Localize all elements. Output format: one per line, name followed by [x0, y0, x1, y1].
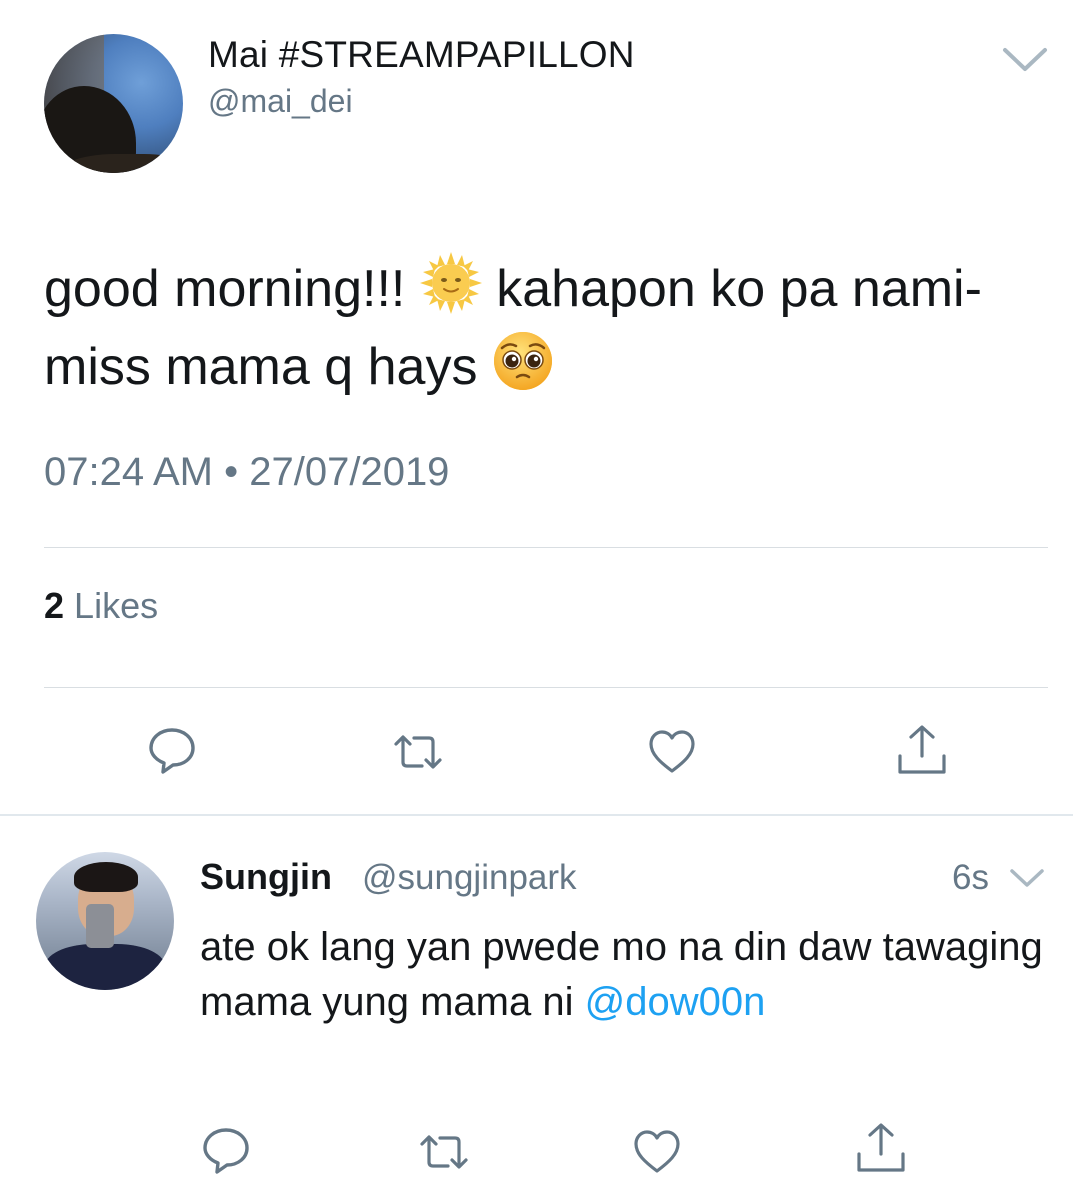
tweet-text-part1: good morning!!!: [44, 260, 420, 318]
reply-time: 6s: [952, 858, 989, 897]
share-icon[interactable]: [855, 1122, 907, 1174]
author-handle[interactable]: @mai_dei: [208, 83, 353, 120]
divider: [44, 547, 1048, 548]
sun-with-face-icon: [419, 252, 482, 314]
author-display-name[interactable]: Mai #STREAMPAPILLON: [208, 34, 635, 76]
avatar-body: [44, 944, 166, 990]
mention-link[interactable]: @dow00n: [585, 980, 766, 1024]
divider: [44, 687, 1048, 688]
heart-icon[interactable]: [646, 726, 698, 778]
tweet-timestamp: 07:24 AM • 27/07/2019: [44, 450, 450, 494]
likes-count[interactable]: 2 Likes: [44, 585, 158, 627]
share-icon[interactable]: [896, 724, 948, 776]
avatar-phone: [86, 904, 114, 948]
reply-author-name[interactable]: Sungjin: [200, 856, 332, 898]
retweet-icon[interactable]: [392, 726, 444, 778]
chevron-down-icon[interactable]: [1008, 866, 1046, 890]
tweet-text: good morning!!! kahapon ko pa nami-miss …: [44, 250, 1034, 406]
avatar-sungjin[interactable]: [36, 852, 174, 990]
section-divider: [0, 814, 1073, 816]
reply-text: ate ok lang yan pwede mo na din daw tawa…: [200, 920, 1050, 1030]
reply-icon[interactable]: [200, 1124, 252, 1176]
pleading-face-icon: [493, 332, 552, 390]
chevron-down-icon[interactable]: [1001, 44, 1049, 74]
reply-author-handle[interactable]: @sungjinpark: [362, 858, 577, 898]
heart-icon[interactable]: [631, 1126, 683, 1178]
reply-icon[interactable]: [146, 724, 198, 776]
avatar-mai[interactable]: [44, 34, 183, 173]
retweet-icon[interactable]: [418, 1126, 470, 1178]
likes-label: Likes: [74, 585, 159, 626]
avatar-hair: [74, 862, 138, 892]
likes-number: 2: [44, 585, 65, 626]
